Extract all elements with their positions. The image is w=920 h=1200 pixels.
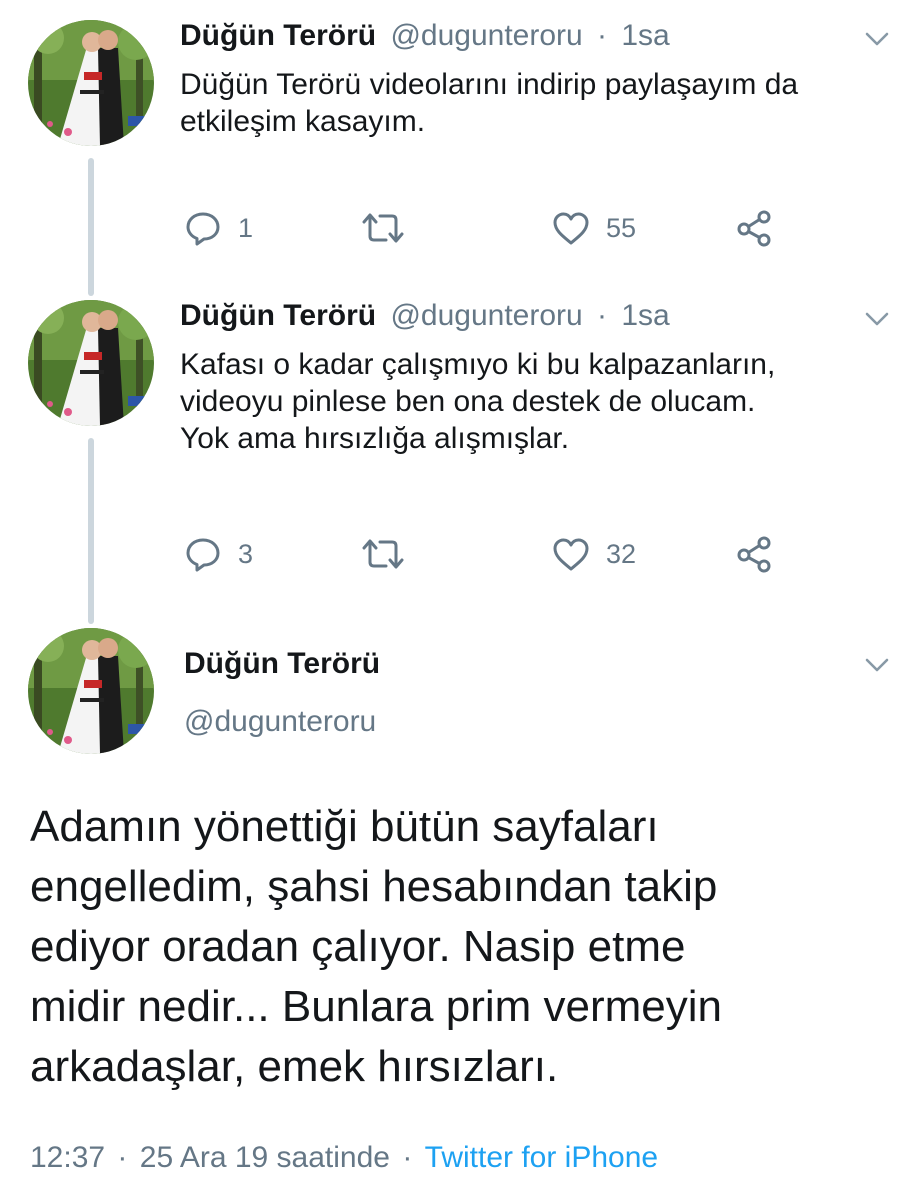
author-name[interactable]: Düğün Terörü: [184, 646, 380, 682]
tweet-text-line: Kafası o kadar çalışmıyo ki bu kalpazanl…: [180, 348, 776, 381]
tweet-text-line: arkadaşlar, emek hırsızları.: [30, 1042, 559, 1091]
retweet-icon: [360, 536, 406, 572]
share-button[interactable]: [734, 208, 774, 248]
like-count: 32: [606, 538, 637, 569]
like-button[interactable]: 32: [552, 534, 636, 574]
heart-icon: [552, 536, 590, 572]
tweet-text-line: engelledim, şahsi hesabından takip: [30, 862, 718, 911]
author-name[interactable]: Düğün Terörü: [180, 299, 376, 332]
chevron-down-icon[interactable]: [862, 309, 892, 329]
avatar[interactable]: [28, 20, 154, 146]
share-icon: [734, 535, 774, 573]
reply-count: 3: [238, 538, 254, 569]
share-button[interactable]: [734, 534, 774, 574]
tweet-text-line: etkileşim kasayım.: [180, 105, 426, 138]
separator: ·: [402, 1141, 413, 1174]
reply-button[interactable]: 1: [184, 208, 253, 248]
tweet-text-line: Adamın yönettiği bütün sayfaları: [30, 802, 659, 851]
tweet-header: Düğün Terörü @dugunteroru · 1sa: [180, 298, 670, 334]
tweet-text-line: midir nedir... Bunlara prim vermeyin: [30, 982, 723, 1031]
retweet-button[interactable]: [360, 208, 406, 248]
tweet-text: Düğün Terörü videolarını indirip paylaşa…: [180, 66, 900, 140]
share-icon: [734, 209, 774, 247]
tweet-text-line: ediyor oradan çalıyor. Nasip etme: [30, 922, 686, 971]
tweet-text: Adamın yönettiği bütün sayfaları engelle…: [30, 797, 900, 1097]
like-button[interactable]: 55: [552, 208, 636, 248]
tweet-time: 12:37: [30, 1141, 106, 1174]
avatar[interactable]: [28, 300, 154, 426]
tweet-date: 25 Ara 19 saatinde: [139, 1141, 390, 1174]
tweet-time[interactable]: 1sa: [621, 19, 669, 52]
author-name[interactable]: Düğün Terörü: [180, 19, 376, 52]
author-handle[interactable]: @dugunteroru: [390, 299, 582, 332]
thread-connector: [88, 158, 94, 296]
chevron-down-icon[interactable]: [862, 655, 892, 675]
retweet-button[interactable]: [360, 534, 406, 574]
tweet-text-line: Düğün Terörü videolarını indirip paylaşa…: [180, 68, 799, 101]
heart-icon: [552, 210, 590, 246]
tweet-meta: 12:37 · 25 Ara 19 saatinde · Twitter for…: [30, 1140, 658, 1176]
tweet-text-line: videoyu pinlese ben ona destek de olucam…: [180, 385, 756, 418]
retweet-icon: [360, 210, 406, 246]
separator: ·: [597, 299, 608, 332]
reply-count: 1: [238, 212, 254, 243]
separator: ·: [117, 1141, 128, 1174]
thread-connector: [88, 438, 94, 624]
chevron-down-icon[interactable]: [862, 29, 892, 49]
author-handle[interactable]: @dugunteroru: [390, 19, 582, 52]
author-handle[interactable]: @dugunteroru: [184, 704, 376, 740]
separator: ·: [597, 19, 608, 52]
reply-icon: [184, 209, 222, 247]
avatar[interactable]: [28, 628, 154, 754]
tweet-header: Düğün Terörü @dugunteroru · 1sa: [180, 18, 670, 54]
reply-button[interactable]: 3: [184, 534, 253, 574]
tweet-text: Kafası o kadar çalışmıyo ki bu kalpazanl…: [180, 346, 900, 457]
like-count: 55: [606, 212, 637, 243]
source-link[interactable]: Twitter for iPhone: [425, 1141, 658, 1174]
reply-icon: [184, 535, 222, 573]
tweet-text-line: Yok ama hırsızlığa alışmışlar.: [180, 422, 570, 455]
tweet-time[interactable]: 1sa: [621, 299, 669, 332]
